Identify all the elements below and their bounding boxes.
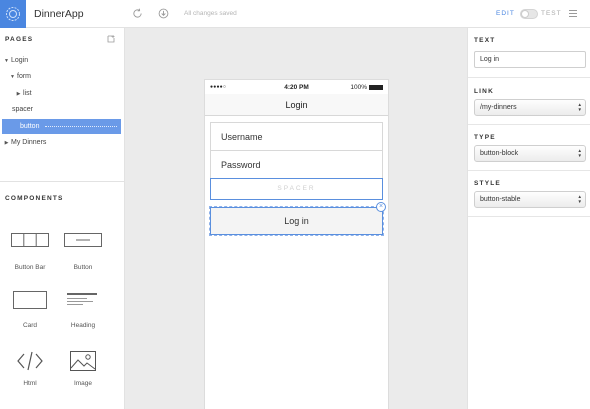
password-field[interactable]: Password xyxy=(211,151,382,179)
divider xyxy=(0,181,124,182)
tree-item-label: button xyxy=(20,123,40,130)
divider xyxy=(468,216,590,217)
component-label: Image xyxy=(73,380,93,387)
tree-item-button[interactable]: button xyxy=(2,119,121,134)
app-logo[interactable] xyxy=(0,0,26,28)
component-label: Button xyxy=(73,264,93,271)
login-form[interactable]: Username Password xyxy=(210,122,383,180)
battery-icon xyxy=(369,85,383,90)
button-icon xyxy=(64,233,102,247)
collapse-arrow-icon[interactable]: ▼ xyxy=(8,74,17,80)
component-button-bar[interactable]: Button Bar xyxy=(5,233,55,271)
type-select[interactable]: button-block ▲ ▼ xyxy=(474,145,586,162)
component-label: Button Bar xyxy=(14,264,46,271)
top-bar: DinnerApp All changes saved EDIT TEST xyxy=(0,0,590,28)
pages-heading: PAGES xyxy=(5,36,34,43)
card-icon xyxy=(13,291,47,309)
divider xyxy=(468,77,590,78)
html-icon xyxy=(17,351,43,371)
component-image[interactable]: Image xyxy=(58,350,108,387)
type-property-label: TYPE xyxy=(474,134,496,141)
tree-item-label: list xyxy=(23,90,32,97)
battery-indicator: 100% xyxy=(350,84,383,91)
divider xyxy=(468,170,590,171)
tree-item-label: My Dinners xyxy=(11,139,47,146)
components-heading: COMPONENTS xyxy=(5,195,64,202)
login-button[interactable]: Log in xyxy=(210,207,383,235)
heading-icon xyxy=(67,293,97,305)
component-label: Card xyxy=(22,322,38,329)
logo-icon xyxy=(6,7,20,21)
save-status: All changes saved xyxy=(184,10,237,17)
select-arrows-icon: ▲ ▼ xyxy=(577,194,582,204)
component-card[interactable]: Card xyxy=(5,291,55,329)
spacer-component[interactable]: SPACER xyxy=(210,178,383,200)
username-field[interactable]: Username xyxy=(211,123,382,151)
toggle-knob xyxy=(521,10,529,18)
select-arrows-icon: ▲ ▼ xyxy=(577,102,582,112)
edit-mode-label[interactable]: EDIT xyxy=(496,10,515,17)
tree-item-form[interactable]: ▼ form xyxy=(2,69,121,84)
expand-arrow-icon[interactable]: ▶ xyxy=(2,140,11,146)
refresh-icon[interactable] xyxy=(132,8,143,19)
battery-percent: 100% xyxy=(350,84,367,91)
expand-arrow-icon[interactable]: ▶ xyxy=(14,91,23,97)
text-property-label: TEXT xyxy=(474,37,496,44)
component-label: Heading xyxy=(70,322,96,329)
drag-dots xyxy=(45,126,117,127)
select-value: button-stable xyxy=(480,196,521,203)
link-property-label: LINK xyxy=(474,88,494,95)
tree-item-label: spacer xyxy=(12,106,34,113)
component-html[interactable]: Html xyxy=(5,350,55,387)
test-mode-label[interactable]: TEST xyxy=(541,10,562,17)
image-icon xyxy=(70,351,96,371)
tree-item-spacer[interactable]: spacer xyxy=(2,102,121,117)
tree-item-list[interactable]: ▶ list xyxy=(2,86,121,101)
download-icon[interactable] xyxy=(158,8,169,19)
page-item-login[interactable]: ▼ Login xyxy=(2,53,121,68)
select-value: button-block xyxy=(480,150,519,157)
tree-item-label: form xyxy=(17,73,31,80)
left-sidebar: PAGES ▼ Login ▼ form ▶ list spacer butto… xyxy=(0,28,125,409)
collapse-arrow-icon[interactable]: ▼ xyxy=(2,58,11,64)
style-select[interactable]: button-stable ▲ ▼ xyxy=(474,191,586,208)
properties-panel: TEXT Log in LINK /my-dinners ▲ ▼ TYPE but… xyxy=(467,28,590,409)
status-bar: ●●●●○ 4:20 PM 100% xyxy=(205,80,388,94)
component-button[interactable]: Button xyxy=(58,233,108,271)
select-value: /my-dinners xyxy=(480,104,517,111)
button-bar-icon xyxy=(11,233,49,247)
divider xyxy=(468,124,590,125)
nav-bar-title[interactable]: Login xyxy=(205,94,388,116)
design-canvas[interactable]: ●●●●○ 4:20 PM 100% Login Username Passwo… xyxy=(125,28,467,409)
link-select[interactable]: /my-dinners ▲ ▼ xyxy=(474,99,586,116)
text-property-input[interactable]: Log in xyxy=(474,51,586,68)
mode-toggle[interactable] xyxy=(520,9,538,19)
style-property-label: STYLE xyxy=(474,180,501,187)
phone-preview: ●●●●○ 4:20 PM 100% Login Username Passwo… xyxy=(204,79,389,409)
add-page-icon[interactable] xyxy=(107,35,115,43)
app-title: DinnerApp xyxy=(34,8,84,20)
page-item-my-dinners[interactable]: ▶ My Dinners xyxy=(2,135,121,150)
menu-icon[interactable] xyxy=(569,10,577,17)
remove-component-icon[interactable]: × xyxy=(376,202,386,212)
tree-item-label: Login xyxy=(11,57,29,64)
component-heading[interactable]: Heading xyxy=(58,293,108,329)
select-arrows-icon: ▲ ▼ xyxy=(577,148,582,158)
component-label: Html xyxy=(23,380,37,387)
